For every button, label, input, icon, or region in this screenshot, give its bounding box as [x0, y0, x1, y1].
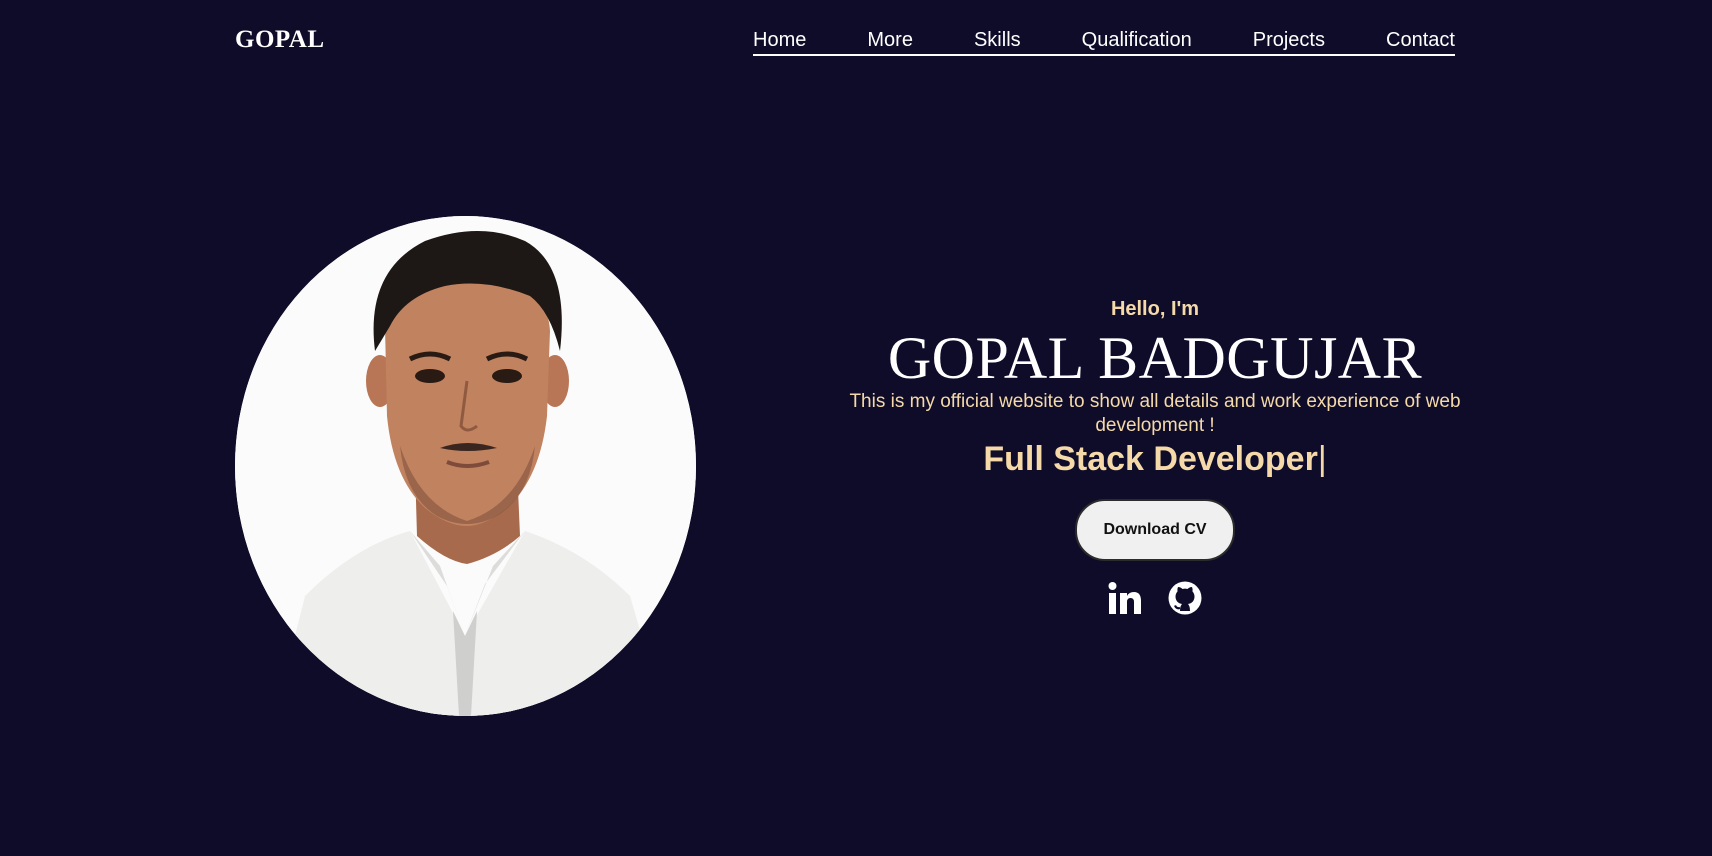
- page: GOPAL Home More Skills Qualification Pro…: [0, 0, 1712, 856]
- github-icon[interactable]: [1168, 581, 1202, 615]
- hero-tagline: This is my official website to show all …: [849, 391, 1461, 436]
- profile-portrait-illustration: [235, 216, 696, 716]
- social-links: [800, 581, 1510, 615]
- role-text: Full Stack Developer: [983, 440, 1318, 478]
- button-row: Download CV: [800, 499, 1510, 561]
- nav-projects[interactable]: Projects: [1253, 28, 1325, 54]
- hero-name: GOPAL BADGUJAR: [887, 325, 1423, 391]
- nav-qualification[interactable]: Qualification: [1082, 28, 1192, 54]
- nav-home[interactable]: Home: [753, 28, 806, 54]
- download-cv-button[interactable]: Download CV: [1075, 499, 1235, 561]
- nav-contact[interactable]: Contact: [1386, 28, 1455, 54]
- typing-cursor: |: [1317, 440, 1327, 478]
- linkedin-icon[interactable]: [1108, 581, 1142, 615]
- role-typewriter: Full Stack Developer|: [800, 439, 1510, 479]
- main-nav: Home More Skills Qualification Projects …: [753, 28, 1455, 56]
- nav-skills[interactable]: Skills: [974, 28, 1021, 54]
- greeting-text: Hello, I'm: [1110, 298, 1200, 320]
- site-logo[interactable]: GOPAL: [235, 26, 325, 54]
- profile-photo: [235, 216, 696, 716]
- hero-section: Hello, I'm GOPAL BADGUJAR This is my off…: [800, 296, 1510, 615]
- nav-more[interactable]: More: [867, 28, 913, 54]
